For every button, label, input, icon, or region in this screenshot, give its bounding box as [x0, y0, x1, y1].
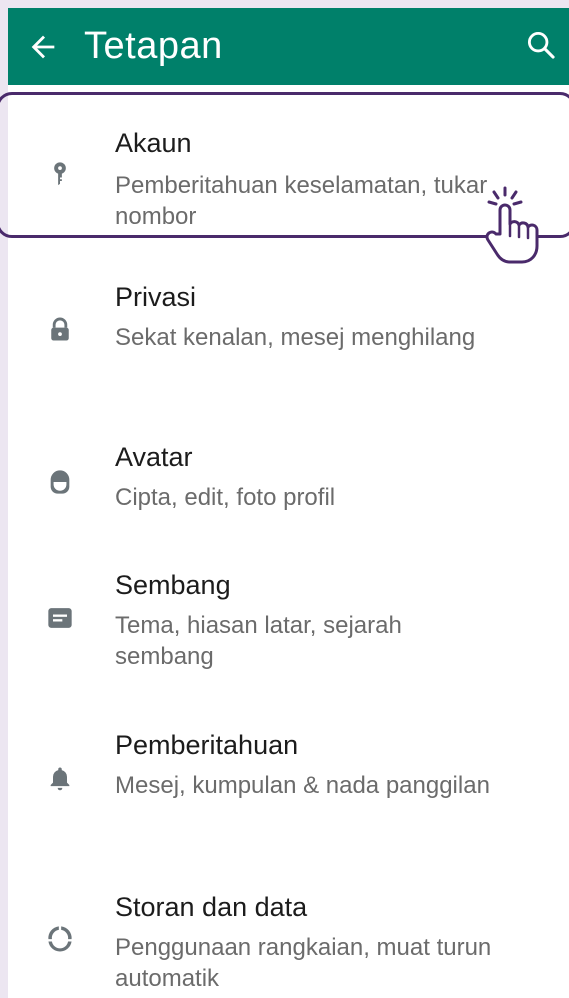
- settings-item-avatar[interactable]: Avatar Cipta, edit, foto profil: [8, 438, 569, 528]
- settings-item-storan[interactable]: Storan dan data Penggunaan rangkaian, mu…: [8, 886, 569, 998]
- settings-item-label: Avatar: [115, 442, 193, 472]
- settings-item-label: Akaun: [115, 128, 192, 158]
- settings-item-pemberitahuan[interactable]: Pemberitahuan Mesej, kumpulan & nada pan…: [8, 726, 569, 846]
- settings-item-label: Sembang: [115, 570, 231, 600]
- arrow-left-icon: [31, 35, 55, 59]
- page-title: Tetapan: [84, 25, 223, 67]
- settings-item-subtitle: Sekat kenalan, mesej menghilang: [115, 324, 476, 351]
- search-icon: [527, 31, 555, 59]
- settings-screen: Tetapan Akaun Pemberitahuan keselamatan,…: [8, 8, 569, 998]
- settings-item-subtitle: Tema, hiasan latar, sejarah sembang: [115, 612, 402, 670]
- settings-item-subtitle: Cipta, edit, foto profil: [115, 484, 336, 511]
- bell-icon: [50, 767, 70, 791]
- settings-item-label: Privasi: [115, 282, 197, 312]
- settings-item-subtitle: Pemberitahuan keselamatan, tukar nombor: [115, 172, 488, 230]
- chat-icon: [48, 608, 72, 628]
- settings-item-sembang[interactable]: Sembang Tema, hiasan latar, sejarah semb…: [8, 566, 569, 686]
- app-bar: Tetapan: [8, 8, 569, 85]
- settings-item-privasi[interactable]: Privasi Sekat kenalan, mesej menghilang: [8, 278, 569, 398]
- avatar-icon: [50, 470, 70, 494]
- back-button[interactable]: [26, 30, 60, 64]
- data-usage-icon: [48, 926, 72, 952]
- lock-icon: [51, 317, 69, 341]
- settings-item-label: Storan dan data: [115, 892, 308, 922]
- settings-item-subtitle: Mesej, kumpulan & nada panggilan: [115, 772, 490, 799]
- key-icon: [54, 162, 66, 186]
- search-button[interactable]: [524, 28, 558, 62]
- settings-item-label: Pemberitahuan: [115, 730, 299, 760]
- pointing-hand-icon: [485, 186, 539, 264]
- settings-item-subtitle: Penggunaan rangkaian, muat turun automat…: [115, 934, 492, 992]
